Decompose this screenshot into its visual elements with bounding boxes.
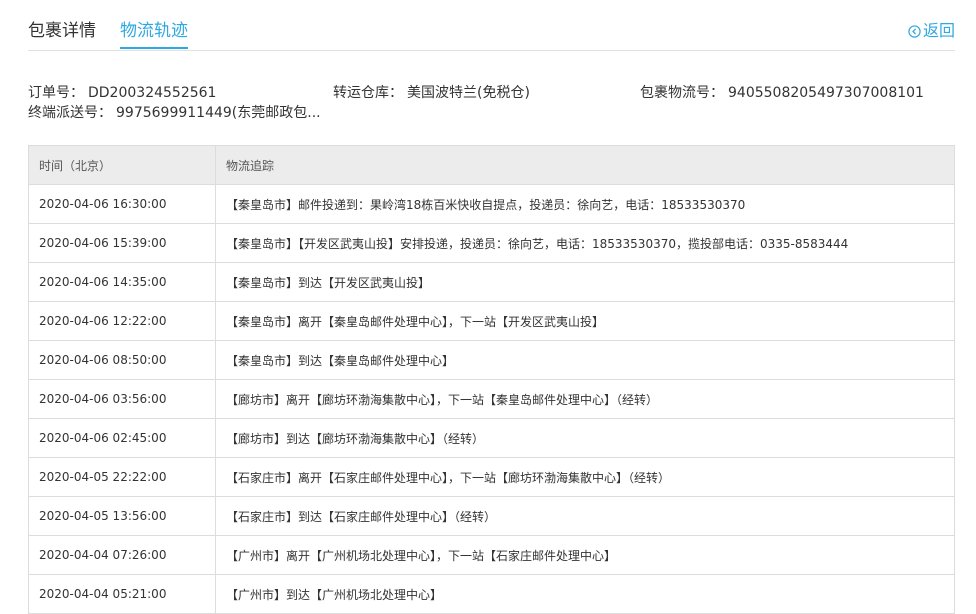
package-tracking-value: 9405508205497307008101 [728, 85, 924, 101]
transfer-warehouse-value: 美国波特兰(免税仓) [407, 85, 530, 101]
back-button[interactable]: 返回 [908, 19, 955, 43]
table-row: 2020-04-06 16:30:00 【秦皇岛市】邮件投递到：果岭湾18栋百米快… [28, 184, 955, 224]
table-row: 2020-04-06 02:45:00 【廊坊市】到达【廊坊环渤海集散中心】（经转… [28, 418, 955, 458]
row-event: 【秦皇岛市】到达【开发区武夷山投】 [215, 262, 955, 302]
back-label: 返回 [922, 21, 955, 40]
table-row: 2020-04-04 05:21:00 【广州市】到达【广州机场北处理中心】 [28, 574, 955, 614]
row-time: 2020-04-06 02:45:00 [28, 418, 216, 458]
row-time: 2020-04-06 03:56:00 [28, 379, 216, 419]
tab-bar: 包裹详情 物流轨迹 返回 [28, 0, 955, 51]
row-time: 2020-04-04 05:21:00 [28, 574, 216, 614]
last-mile-label: 终端派送号： [28, 105, 112, 121]
row-event: 【秦皇岛市】【开发区武夷山投】安排投递，投递员：徐向艺，电话：185335303… [215, 223, 955, 263]
order-number-value: DD200324552561 [88, 85, 217, 101]
order-number: 订单号： DD200324552561 [28, 83, 216, 103]
table-header-row: 时间（北京） 物流追踪 [28, 145, 955, 185]
row-event: 【秦皇岛市】离开【秦皇岛邮件处理中心】，下一站【开发区武夷山投】 [215, 301, 955, 341]
last-mile-value: 9975699911449(东莞邮政包... [116, 105, 321, 121]
row-time: 2020-04-06 12:22:00 [28, 301, 216, 341]
row-event: 【广州市】到达【广州机场北处理中心】 [215, 574, 955, 614]
row-time: 2020-04-06 15:39:00 [28, 223, 216, 263]
package-tracking-number: 包裹物流号： 9405508205497307008101 [640, 83, 924, 103]
column-header-tracking: 物流追踪 [215, 145, 955, 185]
tracking-table: 时间（北京） 物流追踪 2020-04-06 16:30:00 【秦皇岛市】邮件投… [28, 145, 955, 614]
transfer-warehouse: 转运仓库： 美国波特兰(免税仓) [333, 83, 530, 103]
package-tracking-label: 包裹物流号： [640, 85, 724, 101]
table-row: 2020-04-05 13:56:00 【石家庄市】到达【石家庄邮件处理中心】（经… [28, 496, 955, 536]
row-time: 2020-04-05 13:56:00 [28, 496, 216, 536]
table-row: 2020-04-06 15:39:00 【秦皇岛市】【开发区武夷山投】安排投递，投… [28, 223, 955, 263]
column-header-time: 时间（北京） [28, 145, 216, 185]
row-event: 【秦皇岛市】邮件投递到：果岭湾18栋百米快收自提点，投递员：徐向艺，电话：185… [215, 184, 955, 224]
row-time: 2020-04-05 22:22:00 [28, 457, 216, 497]
row-event: 【石家庄市】离开【石家庄邮件处理中心】，下一站【廊坊环渤海集散中心】（经转） [215, 457, 955, 497]
table-row: 2020-04-04 07:26:00 【广州市】离开【广州机场北处理中心】，下一… [28, 535, 955, 575]
row-time: 2020-04-04 07:26:00 [28, 535, 216, 575]
table-row: 2020-04-06 12:22:00 【秦皇岛市】离开【秦皇岛邮件处理中心】，下… [28, 301, 955, 341]
tracking-table-body: 2020-04-06 16:30:00 【秦皇岛市】邮件投递到：果岭湾18栋百米快… [28, 184, 955, 614]
row-event: 【广州市】离开【广州机场北处理中心】，下一站【石家庄邮件处理中心】 [215, 535, 955, 575]
last-mile-number: 终端派送号： 9975699911449(东莞邮政包... [28, 103, 321, 123]
row-event: 【廊坊市】离开【廊坊环渤海集散中心】，下一站【秦皇岛邮件处理中心】（经转） [215, 379, 955, 419]
table-row: 2020-04-06 14:35:00 【秦皇岛市】到达【开发区武夷山投】 [28, 262, 955, 302]
row-time: 2020-04-06 08:50:00 [28, 340, 216, 380]
row-event: 【秦皇岛市】到达【秦皇岛邮件处理中心】 [215, 340, 955, 380]
table-row: 2020-04-06 03:56:00 【廊坊市】离开【廊坊环渤海集散中心】，下一… [28, 379, 955, 419]
tab-package-detail[interactable]: 包裹详情 [28, 19, 96, 43]
back-circle-icon [908, 24, 921, 38]
transfer-warehouse-label: 转运仓库： [333, 85, 403, 101]
order-number-label: 订单号： [28, 85, 84, 101]
row-event: 【石家庄市】到达【石家庄邮件处理中心】（经转） [215, 496, 955, 536]
row-time: 2020-04-06 14:35:00 [28, 262, 216, 302]
table-row: 2020-04-06 08:50:00 【秦皇岛市】到达【秦皇岛邮件处理中心】 [28, 340, 955, 380]
table-row: 2020-04-05 22:22:00 【石家庄市】离开【石家庄邮件处理中心】，下… [28, 457, 955, 497]
package-info: 订单号： DD200324552561 转运仓库： 美国波特兰(免税仓) 包裹物流号… [28, 83, 958, 123]
row-time: 2020-04-06 16:30:00 [28, 184, 216, 224]
row-event: 【廊坊市】到达【廊坊环渤海集散中心】（经转） [215, 418, 955, 458]
tab-logistics-track[interactable]: 物流轨迹 [120, 19, 188, 49]
